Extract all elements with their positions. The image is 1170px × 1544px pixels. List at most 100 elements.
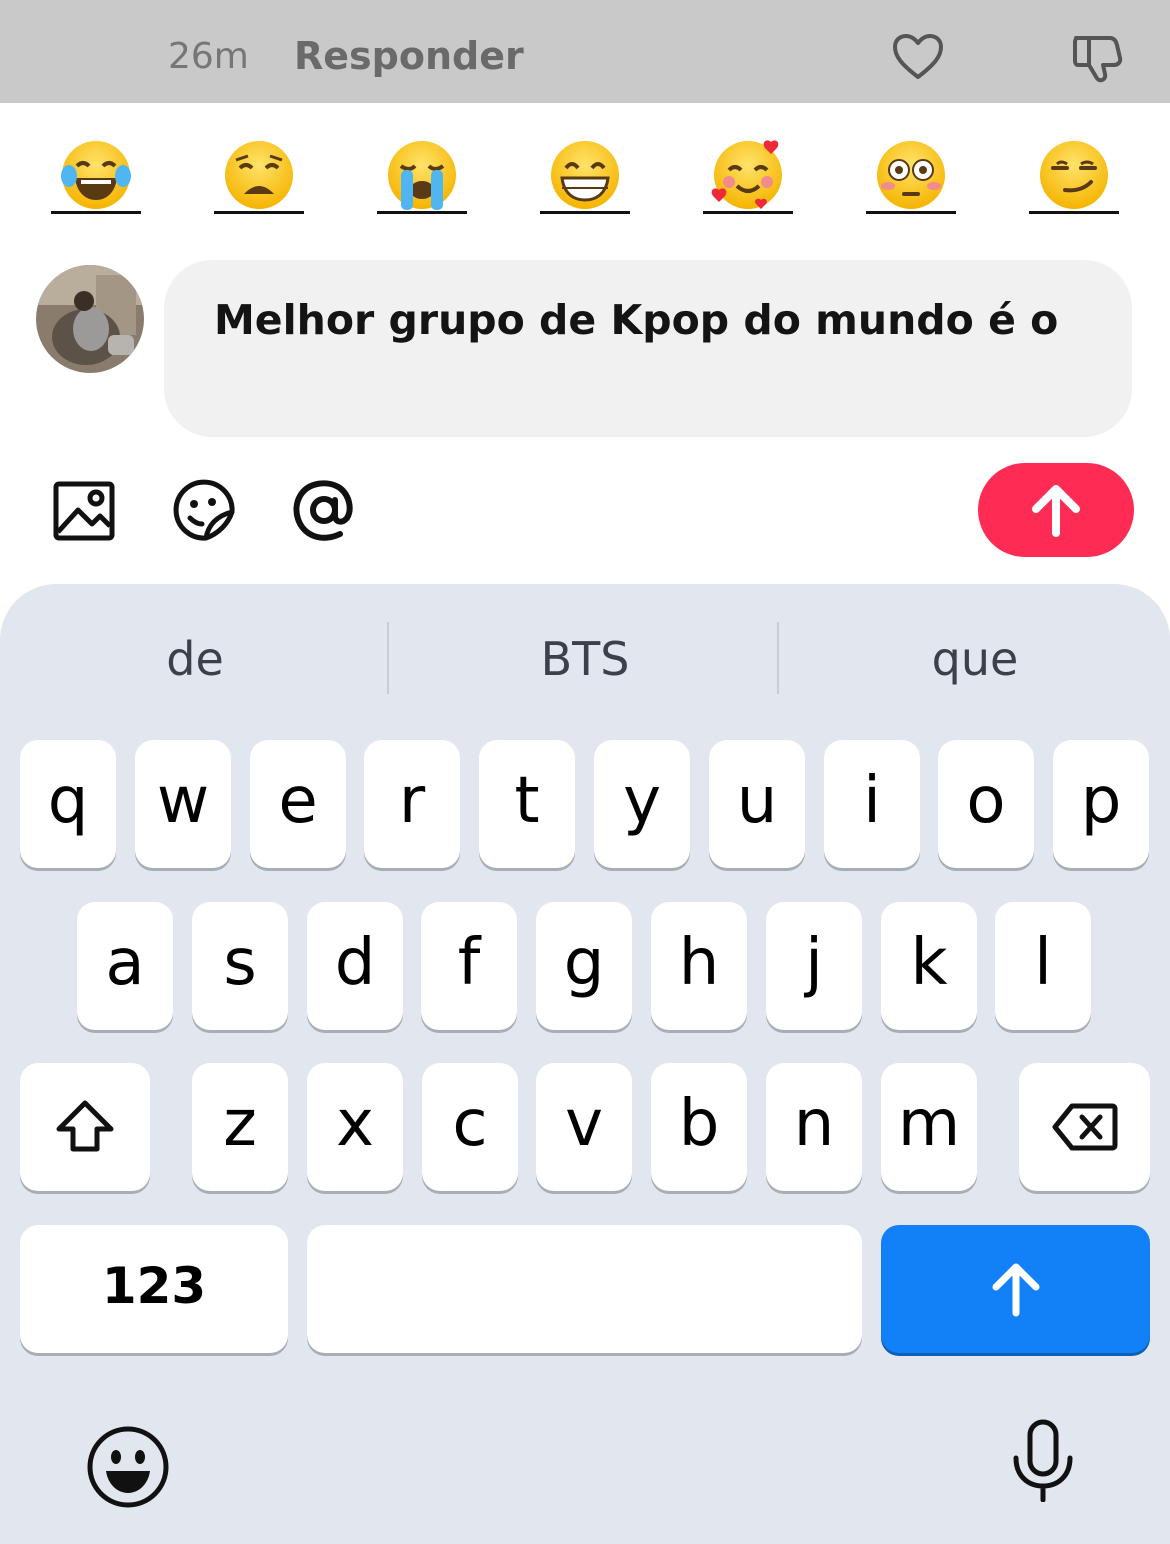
thumbs-down-icon[interactable] [1070,30,1124,84]
key-k[interactable]: k [881,902,977,1030]
arrow-up-icon [992,1263,1039,1317]
key-label: j [805,926,823,1000]
key-label: i [863,764,881,838]
key-r[interactable]: r [364,740,460,868]
key-m[interactable]: m [881,1063,977,1191]
key-i[interactable]: i [824,740,920,868]
key-p[interactable]: p [1053,740,1149,868]
beaming-face-icon [548,138,622,212]
key-w[interactable]: w [135,740,231,868]
key-label: w [156,764,210,838]
suggestion-1[interactable]: de [0,632,390,686]
key-label: y [623,764,661,838]
shift-icon [56,1100,114,1152]
key-g[interactable]: g [536,902,632,1030]
backspace-key[interactable] [1019,1063,1150,1191]
weary-face-emoji-button[interactable] [214,134,304,214]
key-l[interactable]: l [995,902,1091,1030]
key-q[interactable]: q [20,740,116,868]
suggestion-divider [777,622,779,694]
sticker-icon[interactable] [172,478,236,542]
key-label: a [105,926,145,1000]
key-label: m [897,1087,961,1161]
key-label: l [1034,926,1052,1000]
key-n[interactable]: n [766,1063,862,1191]
comment-time: 26m [168,36,249,77]
numbers-key[interactable]: 123 [20,1225,288,1353]
key-f[interactable]: f [421,902,517,1030]
microphone-icon[interactable] [1008,1418,1078,1507]
key-label: e [278,764,318,838]
key-label: v [565,1087,603,1161]
heart-outline-icon[interactable] [891,30,945,84]
smiling-face-with-hearts-icon [711,138,785,212]
key-label: r [398,764,426,838]
emoji-underline [540,211,630,214]
emoji-underline [214,211,304,214]
key-c[interactable]: c [422,1063,518,1191]
key-d[interactable]: d [307,902,403,1030]
suggestion-2[interactable]: BTS [390,632,780,686]
face-with-tears-of-joy-icon [59,138,133,212]
emoji-underline [703,211,793,214]
key-j[interactable]: j [766,902,862,1030]
send-comment-button[interactable] [978,463,1134,557]
key-label: u [736,764,778,838]
key-s[interactable]: s [192,902,288,1030]
space-key[interactable] [307,1225,862,1353]
suggestion-3[interactable]: que [780,632,1170,686]
suggestion-divider [387,622,389,694]
mention-icon[interactable] [292,478,356,542]
key-e[interactable]: e [250,740,346,868]
smirking-face-emoji-button[interactable] [1029,134,1119,214]
key-label: o [966,764,1006,838]
key-t[interactable]: t [479,740,575,868]
key-label: t [514,764,540,838]
emoji-underline [866,211,956,214]
key-label: b [678,1087,720,1161]
key-u[interactable]: u [709,740,805,868]
key-label: d [334,926,376,1000]
emoji-underline [1029,211,1119,214]
key-v[interactable]: v [536,1063,632,1191]
loudly-crying-face-icon [385,138,459,212]
key-label: g [563,926,605,1000]
key-b[interactable]: b [651,1063,747,1191]
key-label: s [223,926,257,1000]
key-label: q [47,764,89,838]
flushed-face-emoji-button[interactable] [866,134,956,214]
delete-backward-icon [1052,1103,1117,1151]
key-label: f [457,926,481,1000]
key-label: k [910,926,948,1000]
emoji-underline [377,211,467,214]
emoji-underline [51,211,141,214]
key-x[interactable]: x [307,1063,403,1191]
beaming-face-emoji-button[interactable] [540,134,630,214]
comment-input-field[interactable] [164,260,1132,437]
face-with-tears-of-joy-emoji-button[interactable] [51,134,141,214]
key-z[interactable]: z [192,1063,288,1191]
key-a[interactable]: a [77,902,173,1030]
key-h[interactable]: h [651,902,747,1030]
key-label: z [223,1087,257,1161]
smirking-face-icon [1037,138,1111,212]
flushed-face-icon [874,138,948,212]
reply-button[interactable]: Responder [294,34,524,78]
image-icon[interactable] [52,478,116,542]
key-label: n [793,1087,835,1161]
arrow-up-icon [1032,485,1080,537]
comment-text: Melhor grupo de Kpop do mundo é o [214,296,1059,344]
shift-key[interactable] [20,1063,150,1191]
avatar [36,265,144,373]
loudly-crying-face-emoji-button[interactable] [377,134,467,214]
key-o[interactable]: o [938,740,1034,868]
key-label: x [336,1087,374,1161]
emoji-keyboard-icon[interactable] [86,1425,170,1514]
key-label: h [678,926,720,1000]
return-key[interactable] [881,1225,1150,1353]
weary-face-icon [222,138,296,212]
key-label: c [452,1087,488,1161]
smiling-face-with-hearts-emoji-button[interactable] [703,134,793,214]
key-y[interactable]: y [594,740,690,868]
key-label: p [1080,764,1122,838]
